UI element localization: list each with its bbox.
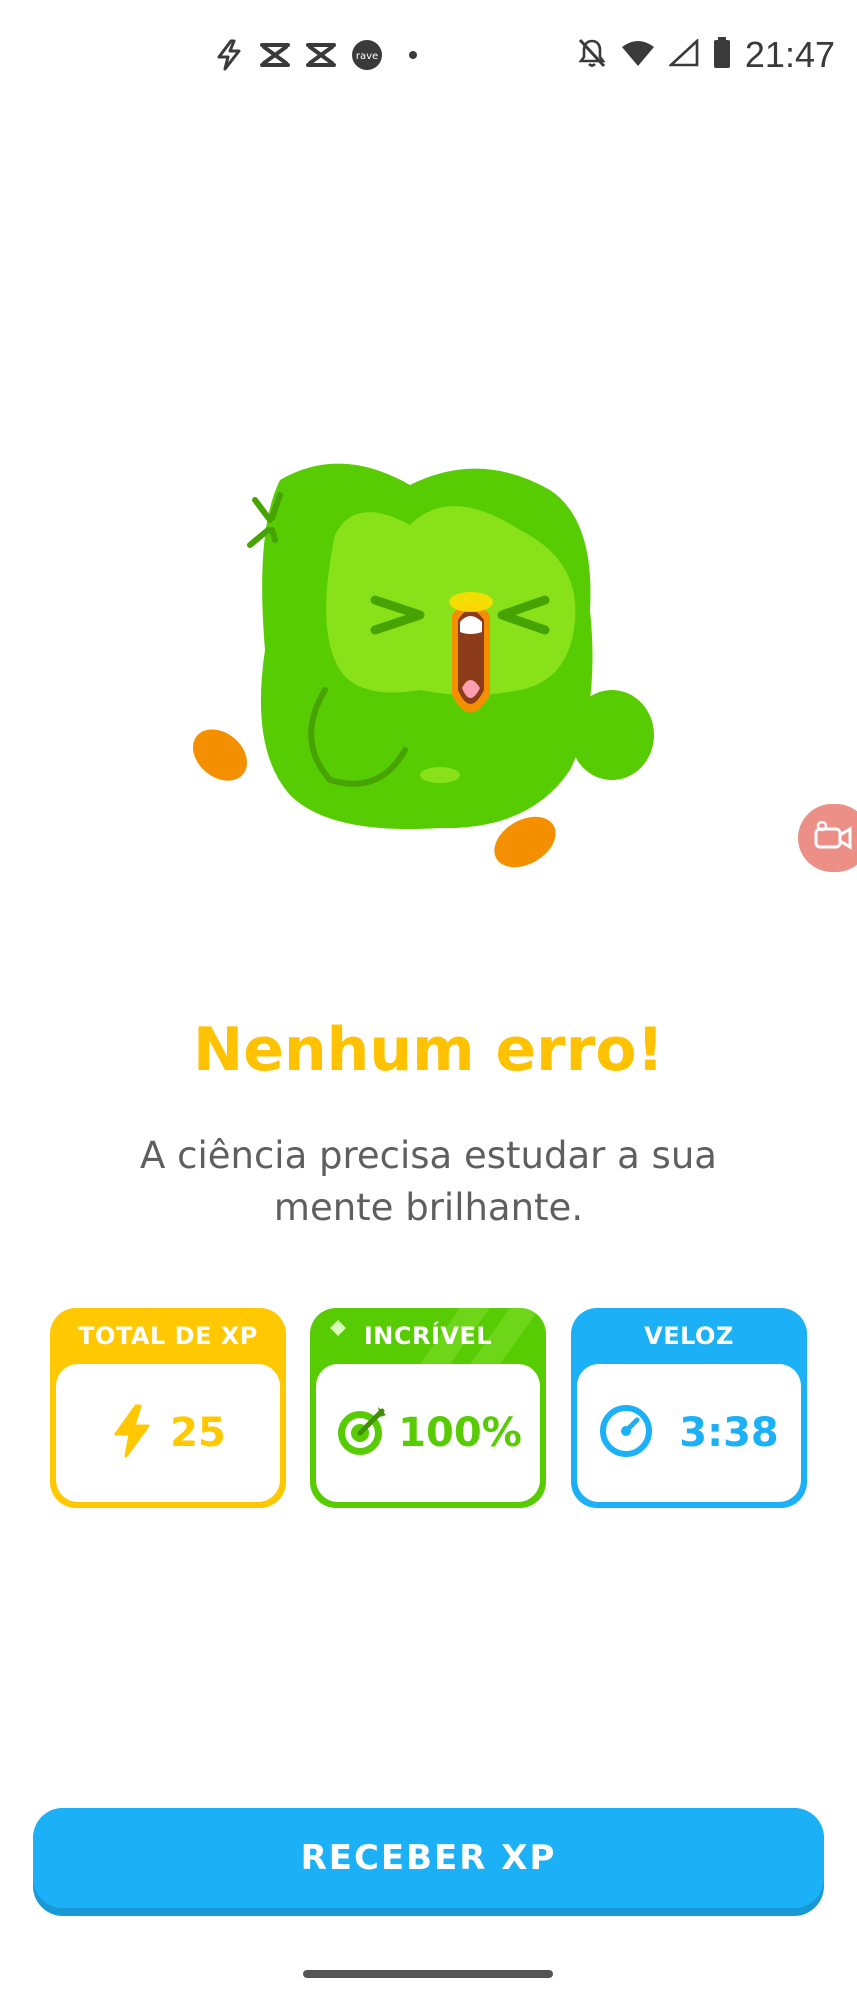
- button-label: RECEBER XP: [300, 1838, 557, 1878]
- accuracy-card: INCRÍVEL 100%: [310, 1308, 546, 1508]
- status-bar: rave 21:47: [0, 0, 857, 110]
- card-body: 25: [56, 1364, 280, 1502]
- home-indicator[interactable]: [303, 1970, 553, 1978]
- timer-icon: [599, 1404, 653, 1462]
- receive-xp-button[interactable]: RECEBER XP: [33, 1808, 824, 1916]
- bell-off-icon: [577, 37, 607, 73]
- card-value: 100%: [398, 1410, 522, 1456]
- card-label: INCRÍVEL: [363, 1322, 493, 1350]
- card-body: 3:38: [577, 1364, 801, 1502]
- screen-record-bubble[interactable]: [798, 804, 857, 872]
- dot-icon: [396, 38, 430, 72]
- clock: 21:47: [744, 34, 835, 75]
- flash-icon: [212, 38, 246, 72]
- card-label: VELOZ: [644, 1322, 734, 1350]
- rave-icon: rave: [350, 38, 384, 72]
- target-icon: [334, 1403, 390, 1463]
- signal-icon: [667, 38, 699, 71]
- capcut-icon: [258, 38, 292, 72]
- stat-cards: TOTAL DE XP 25 INCRÍVEL 100% VELOZ 3:38: [50, 1308, 807, 1510]
- wifi-icon: [621, 39, 655, 71]
- result-subtitle: A ciência precisa estudar a sua mente br…: [140, 1134, 717, 1229]
- card-body: 100%: [316, 1364, 540, 1502]
- system-icons: 21:47: [577, 34, 835, 76]
- result-title: Nenhum erro!: [193, 1015, 664, 1085]
- card-value: 25: [170, 1410, 226, 1456]
- capcut-icon: [304, 38, 338, 72]
- battery-icon: [713, 37, 731, 73]
- total-xp-card: TOTAL DE XP 25: [50, 1308, 286, 1508]
- speed-card: VELOZ 3:38: [571, 1308, 807, 1508]
- lightning-icon: [110, 1404, 154, 1462]
- notification-icons: rave: [212, 38, 430, 72]
- card-label: TOTAL DE XP: [78, 1322, 258, 1350]
- card-value: 3:38: [679, 1410, 779, 1456]
- svg-text:rave: rave: [356, 51, 378, 62]
- button-face: RECEBER XP: [33, 1808, 824, 1908]
- video-camera-icon: [814, 820, 854, 855]
- duo-owl-illustration: [180, 450, 660, 890]
